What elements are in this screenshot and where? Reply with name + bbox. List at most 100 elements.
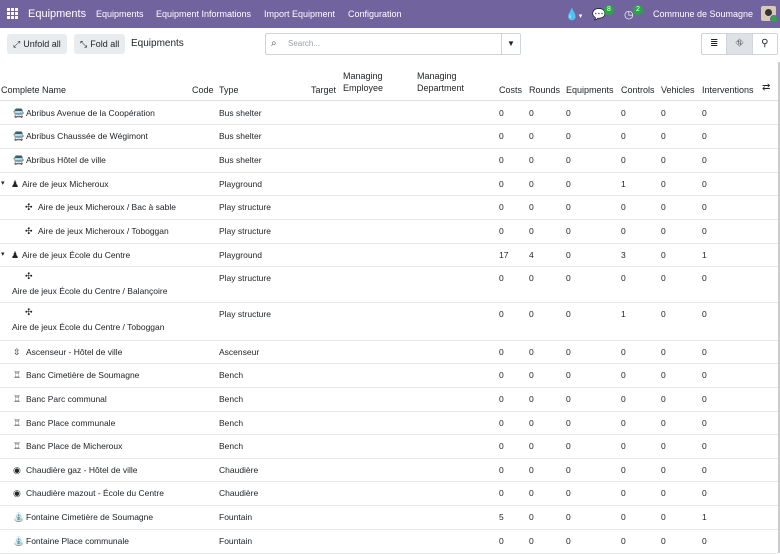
menu-equipments[interactable]: Equipments xyxy=(96,9,144,19)
col-rounds[interactable]: Rounds xyxy=(529,84,560,96)
company-switcher[interactable]: Commune de Soumagne xyxy=(653,9,753,19)
cell-interventions: 0 xyxy=(702,273,707,283)
menu-import-equipment[interactable]: Import Equipment xyxy=(264,9,335,19)
drop-icon[interactable]: 💧▾ xyxy=(565,8,582,21)
table-row[interactable]: 🚍 Abribus Avenue de la Coopération Bus she… xyxy=(0,101,778,125)
optional-columns-icon[interactable]: ⇄ xyxy=(762,82,770,93)
col-type[interactable]: Type xyxy=(219,84,239,96)
cell-costs: 0 xyxy=(499,441,504,451)
table-row[interactable]: ▾ ♟ Aire de jeux Micheroux Playground 0 0 0 1 0 0 xyxy=(0,172,778,196)
app-brand[interactable]: Equipments xyxy=(28,8,86,20)
table-row[interactable]: ✣ Aire de jeux École du Centre / Toboggan… xyxy=(0,302,778,341)
table-row[interactable]: ♖ Banc Place de Micheroux Bench 0 0 0 0 0 0 xyxy=(0,434,778,459)
cell-complete-name: Aire de jeux École du Centre xyxy=(22,249,131,260)
bench-icon: ♖ xyxy=(13,370,22,380)
fold-all-button[interactable]: ⤡ Fold all xyxy=(74,34,126,54)
child-icon: ♟ xyxy=(11,249,20,260)
col-vehicles[interactable]: Vehicles xyxy=(661,84,695,96)
cell-vehicles: 0 xyxy=(661,464,666,475)
cell-vehicles: 0 xyxy=(661,536,666,546)
page-title: Equipments xyxy=(131,38,184,49)
col-target[interactable]: Target xyxy=(311,84,336,96)
col-interventions[interactable]: Interventions xyxy=(702,84,754,96)
search-options-toggle[interactable]: ▼ xyxy=(501,34,520,54)
cell-controls: 0 xyxy=(621,273,626,283)
cell-equipments: 0 xyxy=(566,178,571,189)
col-code[interactable]: Code xyxy=(192,84,214,96)
col-managing-employee[interactable]: Managing Employee xyxy=(343,70,403,94)
cell-costs: 0 xyxy=(499,464,504,475)
col-complete-name[interactable]: Complete Name xyxy=(1,84,66,96)
cell-interventions: 0 xyxy=(702,464,707,475)
cell-type: Fountain xyxy=(219,536,253,546)
table-row[interactable]: ♖ Banc Place communale Bench 0 0 0 0 0 0 xyxy=(0,411,778,435)
cell-type: Play structure xyxy=(219,309,271,319)
cell-controls: 0 xyxy=(621,155,626,165)
cell-costs: 0 xyxy=(499,488,504,498)
cell-type: Bench xyxy=(219,394,244,404)
caret-down-icon[interactable]: ▾ xyxy=(1,179,5,187)
child-icon: ♟ xyxy=(11,178,20,189)
cell-complete-name: Aire de jeux Micheroux / Bac à sable xyxy=(38,202,176,212)
unfold-all-button[interactable]: ⤢ Unfold all xyxy=(7,34,67,54)
search-bar[interactable]: ⌕ Search... ▼ xyxy=(265,33,521,55)
table-row[interactable]: ⇳ Ascenseur - Hôtel de ville Ascenseur 0 0 0 0… xyxy=(0,340,778,364)
cell-interventions: 1 xyxy=(702,512,707,522)
table-row[interactable]: 🚍 Abribus Hôtel de ville Bus shelter 0 0 0 0 0 0 xyxy=(0,148,778,173)
cell-vehicles: 0 xyxy=(661,309,666,319)
col-managing-department[interactable]: Managing Department xyxy=(417,70,487,94)
table-header: Complete Name Code Type Target Managing … xyxy=(0,66,778,101)
puzzle-icon: ✣ xyxy=(25,271,33,281)
cell-costs: 17 xyxy=(499,249,509,260)
cell-equipments: 0 xyxy=(566,417,571,428)
cell-interventions: 1 xyxy=(702,249,707,260)
cell-costs: 0 xyxy=(499,226,504,236)
col-costs[interactable]: Costs xyxy=(499,84,522,96)
table-row[interactable]: ◉ Chaudière mazout - École du Centre Chaud… xyxy=(0,481,778,506)
caret-down-icon[interactable]: ▾ xyxy=(1,250,5,258)
cell-rounds: 0 xyxy=(529,131,534,141)
table-row[interactable]: ◉ Chaudière gaz - Hôtel de ville Chaudière… xyxy=(0,458,778,482)
map-view-icon[interactable]: ⚲ xyxy=(753,34,777,54)
cell-complete-name: Fontaine Cimetière de Soumagne xyxy=(26,512,154,522)
table-row[interactable]: ♖ Banc Cimetière de Soumagne Bench 0 0 0 0 0 0 xyxy=(0,363,778,388)
table-row[interactable]: ✣ Aire de jeux Micheroux / Toboggan Play s… xyxy=(0,219,778,244)
cell-equipments: 0 xyxy=(566,249,571,260)
cell-complete-name: Aire de jeux Micheroux xyxy=(22,178,109,189)
cell-interventions: 0 xyxy=(702,226,707,236)
cell-type: Play structure xyxy=(219,273,271,283)
cell-interventions: 0 xyxy=(702,131,707,141)
col-controls[interactable]: Controls xyxy=(621,84,655,96)
table-row[interactable]: ⛲ Fontaine Place communale Fountain 0 0 0 0 0 0 xyxy=(0,529,778,554)
table-row[interactable]: ♖ Banc Parc communal Bench 0 0 0 0 0 0 xyxy=(0,387,778,412)
bus-icon: 🚍 xyxy=(13,155,25,165)
cell-rounds: 0 xyxy=(529,226,534,236)
cell-controls: 1 xyxy=(621,309,626,319)
cell-complete-name: Abribus Hôtel de ville xyxy=(26,155,106,165)
apps-menu-icon[interactable] xyxy=(7,8,18,19)
cell-complete-name: Ascenseur - Hôtel de ville xyxy=(26,346,123,357)
list-view-icon[interactable]: ≣ xyxy=(702,34,728,54)
cell-type: Chaudière xyxy=(219,488,259,498)
user-avatar[interactable] xyxy=(761,6,778,23)
cell-type: Play structure xyxy=(219,202,271,212)
cell-complete-name: Aire de jeux École du Centre / Toboggan xyxy=(12,322,165,332)
cell-costs: 0 xyxy=(499,155,504,165)
table-row[interactable]: 🚍 Abribus Chaussée de Wégimont Bus shelter… xyxy=(0,124,778,149)
search-input[interactable]: Search... xyxy=(288,39,320,48)
cell-rounds: 0 xyxy=(529,394,534,404)
menu-equipment-informations[interactable]: Equipment Informations xyxy=(156,9,251,19)
table-row[interactable]: ✣ Aire de jeux Micheroux / Bac à sable Pla… xyxy=(0,195,778,220)
cell-type: Bus shelter xyxy=(219,155,262,165)
table-row[interactable]: ▾ ♟ Aire de jeux École du Centre Playground… xyxy=(0,243,778,267)
col-equipments[interactable]: Equipments xyxy=(566,84,614,96)
menu-configuration[interactable]: Configuration xyxy=(348,9,402,19)
cell-interventions: 0 xyxy=(702,309,707,319)
cell-costs: 0 xyxy=(499,309,504,319)
hierarchy-view-icon[interactable]: ⛗ xyxy=(727,34,753,54)
cell-interventions: 0 xyxy=(702,488,707,498)
cell-vehicles: 0 xyxy=(661,488,666,498)
flame-icon: ◉ xyxy=(13,488,21,498)
table-row[interactable]: ✣ Aire de jeux École du Centre / Balançoi… xyxy=(0,266,778,303)
table-row[interactable]: ⛲ Fontaine Cimetière de Soumagne Fountain 5… xyxy=(0,505,778,530)
